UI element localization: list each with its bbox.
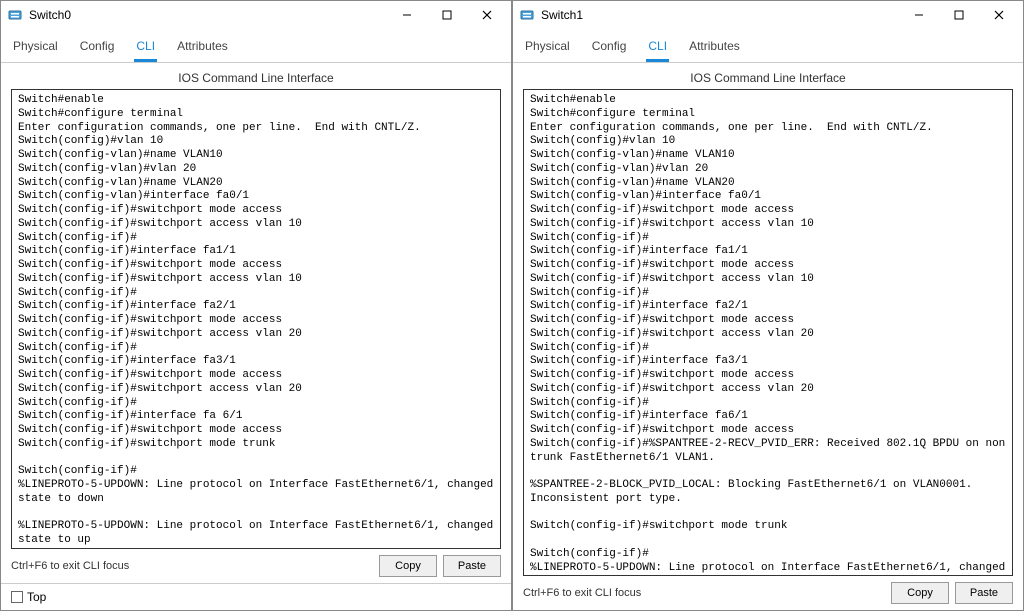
tab-config[interactable]: Config (590, 35, 629, 62)
app-icon (519, 7, 535, 23)
cli-terminal[interactable]: Switch#enable Switch#configure terminal … (523, 89, 1013, 576)
top-label: Top (27, 590, 46, 604)
tab-attributes[interactable]: Attributes (687, 35, 742, 62)
top-checkbox[interactable] (11, 591, 23, 603)
bottombar: Top (1, 583, 511, 610)
tab-physical[interactable]: Physical (523, 35, 572, 62)
close-button[interactable] (467, 3, 507, 27)
close-button[interactable] (979, 3, 1019, 27)
copy-button[interactable]: Copy (379, 555, 437, 577)
copy-button[interactable]: Copy (891, 582, 949, 604)
tab-bar: Physical Config CLI Attributes (1, 29, 511, 63)
titlebar[interactable]: Switch1 (513, 1, 1023, 29)
panel-subtitle: IOS Command Line Interface (11, 71, 501, 85)
window-title: Switch1 (541, 8, 899, 22)
window-switch0: Switch0 Physical Config CLI Attributes I… (0, 0, 512, 611)
cli-footer: Ctrl+F6 to exit CLI focus Copy Paste (11, 549, 501, 577)
paste-button[interactable]: Paste (443, 555, 501, 577)
tab-bar: Physical Config CLI Attributes (513, 29, 1023, 63)
tab-physical[interactable]: Physical (11, 35, 60, 62)
cli-footer: Ctrl+F6 to exit CLI focus Copy Paste (523, 576, 1013, 604)
window-title: Switch0 (29, 8, 387, 22)
maximize-button[interactable] (427, 3, 467, 27)
minimize-button[interactable] (899, 3, 939, 27)
exit-hint: Ctrl+F6 to exit CLI focus (523, 587, 885, 599)
window-switch1: Switch1 Physical Config CLI Attributes I… (512, 0, 1024, 611)
minimize-button[interactable] (387, 3, 427, 27)
exit-hint: Ctrl+F6 to exit CLI focus (11, 560, 373, 572)
tab-cli[interactable]: CLI (646, 35, 669, 62)
app-icon (7, 7, 23, 23)
tab-attributes[interactable]: Attributes (175, 35, 230, 62)
cli-terminal[interactable]: Switch#enable Switch#configure terminal … (11, 89, 501, 549)
paste-button[interactable]: Paste (955, 582, 1013, 604)
tab-config[interactable]: Config (78, 35, 117, 62)
titlebar[interactable]: Switch0 (1, 1, 511, 29)
cli-panel: IOS Command Line Interface Switch#enable… (513, 63, 1023, 610)
panel-subtitle: IOS Command Line Interface (523, 71, 1013, 85)
tab-cli[interactable]: CLI (134, 35, 157, 62)
maximize-button[interactable] (939, 3, 979, 27)
cli-panel: IOS Command Line Interface Switch#enable… (1, 63, 511, 583)
